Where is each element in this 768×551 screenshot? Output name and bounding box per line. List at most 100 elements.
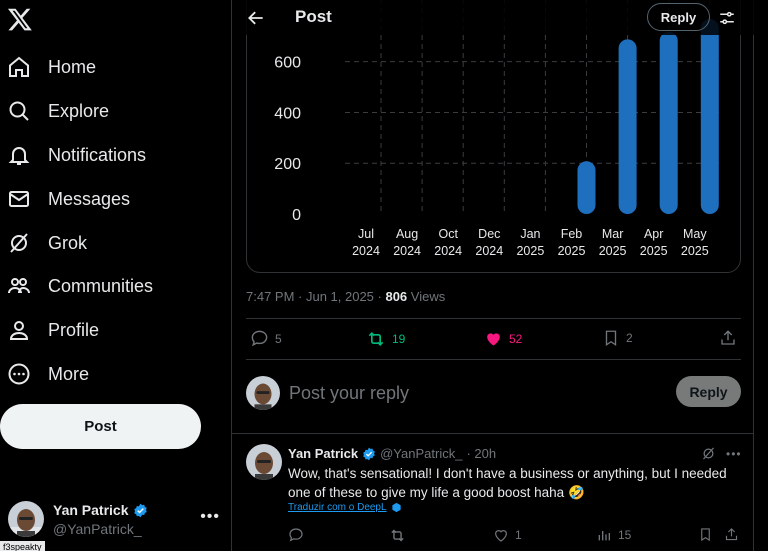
sidebar: Home Explore Notifications Messages Grok… xyxy=(0,0,231,551)
views-label: Views xyxy=(407,289,446,304)
like-action[interactable]: 52 xyxy=(484,329,522,348)
sidebar-item-label: Grok xyxy=(48,232,88,253)
sidebar-item-grok[interactable]: Grok xyxy=(6,223,87,263)
sidebar-item-label: Messages xyxy=(48,188,131,209)
sliders-icon[interactable] xyxy=(718,9,736,27)
x-tick-label: 2024 xyxy=(434,244,462,258)
views-action[interactable]: 15 xyxy=(596,527,631,543)
x-tick-label: Oct xyxy=(438,227,458,241)
sidebar-item-label: More xyxy=(48,363,90,384)
heart-filled-icon xyxy=(487,333,500,346)
bookmark-action[interactable] xyxy=(698,527,713,542)
post-button[interactable]: Post xyxy=(0,404,201,449)
views-count: 15 xyxy=(618,528,632,542)
person-icon xyxy=(6,317,32,343)
share-action[interactable] xyxy=(724,527,739,542)
reply-input[interactable]: Post your reply xyxy=(289,383,409,404)
sidebar-item-more[interactable]: More xyxy=(6,354,89,394)
y-tick-label: 200 xyxy=(274,156,301,173)
reply-author-handle[interactable]: @YanPatrick_ xyxy=(380,446,462,461)
x-tick-label: 2024 xyxy=(475,244,503,258)
heart-icon xyxy=(495,530,507,542)
repost-icon xyxy=(391,529,404,542)
divider xyxy=(246,318,741,319)
verified-badge-icon xyxy=(133,503,147,517)
tooltip: f3speakty xyxy=(0,541,45,551)
bar xyxy=(659,31,678,215)
repost-icon xyxy=(368,331,384,347)
more-circle-icon xyxy=(6,361,32,387)
sidebar-item-label: Communities xyxy=(48,275,154,296)
bookmark-action[interactable]: 2 xyxy=(602,329,633,347)
bar xyxy=(618,39,637,215)
repost-action[interactable] xyxy=(389,527,406,544)
y-tick-label: 400 xyxy=(274,105,301,122)
repost-action[interactable]: 19 xyxy=(366,329,405,349)
main-column: 0 200 400 600 Jul 2024 Aug 2024 Oct 2024 Dec 2024 Ja… xyxy=(231,0,755,551)
analytics-icon xyxy=(598,531,610,541)
grok-icon xyxy=(6,230,32,256)
account-handle: @YanPatrick_ xyxy=(53,521,142,537)
translate-link[interactable]: Traduzir com o DeepL xyxy=(288,502,402,513)
divider xyxy=(232,433,755,434)
x-tick-label: Jul xyxy=(358,227,374,241)
x-tick-label: Dec xyxy=(478,227,500,241)
sidebar-item-home[interactable]: Home xyxy=(6,47,96,87)
x-tick-label: 2025 xyxy=(516,244,544,258)
post-actions: 5 19 52 2 xyxy=(246,329,741,351)
reply-action[interactable] xyxy=(288,527,304,543)
envelope-icon xyxy=(6,186,32,212)
bar xyxy=(577,161,596,214)
search-icon xyxy=(6,98,32,124)
verified-badge-icon xyxy=(363,447,375,460)
avatar[interactable] xyxy=(246,444,282,480)
home-icon xyxy=(6,54,32,80)
grok-icon[interactable] xyxy=(701,446,716,461)
reply-text: Wow, that's sensational! I don't have a … xyxy=(288,466,727,500)
reply-author-name[interactable]: Yan Patrick xyxy=(288,446,358,461)
sidebar-item-notifications[interactable]: Notifications xyxy=(6,135,146,175)
views-count: 806 xyxy=(385,289,408,304)
x-tick-label: 2025 xyxy=(640,244,668,258)
sidebar-item-label: Explore xyxy=(48,100,110,121)
avatar xyxy=(246,376,280,410)
x-tick-label: 2024 xyxy=(352,244,380,258)
header-reply-button[interactable]: Reply xyxy=(647,3,710,31)
like-action[interactable]: 1 xyxy=(493,527,522,543)
back-arrow-icon[interactable] xyxy=(246,8,266,28)
reply-icon xyxy=(289,528,303,542)
like-count: 52 xyxy=(509,331,523,346)
share-icon xyxy=(725,528,738,541)
share-action[interactable] xyxy=(719,329,737,347)
x-tick-label: 2025 xyxy=(681,244,709,258)
people-icon xyxy=(6,273,32,299)
sidebar-item-explore[interactable]: Explore xyxy=(6,91,109,131)
reply-action[interactable]: 5 xyxy=(250,329,282,348)
x-logo-icon[interactable] xyxy=(7,6,33,32)
sidebar-item-messages[interactable]: Messages xyxy=(6,179,130,219)
bookmark-icon xyxy=(605,330,617,347)
more-options-icon[interactable]: ••• xyxy=(726,447,742,461)
chart-card[interactable]: 0 200 400 600 Jul 2024 Aug 2024 Oct 2024 Dec 2024 Ja… xyxy=(246,0,741,273)
bell-icon xyxy=(6,142,32,168)
page-title: Post xyxy=(295,7,332,26)
avatar xyxy=(8,501,44,537)
more-options-icon[interactable]: ••• xyxy=(200,508,220,526)
sidebar-item-communities[interactable]: Communities xyxy=(6,266,153,306)
x-tick-label: Mar xyxy=(602,227,624,241)
reply-button[interactable]: Reply xyxy=(676,376,741,407)
post-header: Post Reply xyxy=(232,0,755,35)
account-switcher[interactable]: Yan Patrick @YanPatrick_ ••• xyxy=(6,498,226,542)
x-tick-label: Apr xyxy=(644,227,663,241)
reply-composer: Post your reply Reply xyxy=(246,376,741,410)
share-icon xyxy=(721,330,735,345)
x-tick-label: Aug xyxy=(396,227,418,241)
bar-chart: 0 200 400 600 Jul 2024 Aug 2024 Oct 2024 Dec 2024 Ja… xyxy=(274,0,719,258)
bookmark-count: 2 xyxy=(626,331,633,345)
sidebar-item-profile[interactable]: Profile xyxy=(6,310,99,350)
repost-count: 19 xyxy=(392,332,406,346)
reply-actions: 1 15 xyxy=(246,527,741,545)
bookmark-icon xyxy=(701,528,710,542)
divider xyxy=(246,359,741,360)
reply-time: · 20h xyxy=(466,446,497,461)
